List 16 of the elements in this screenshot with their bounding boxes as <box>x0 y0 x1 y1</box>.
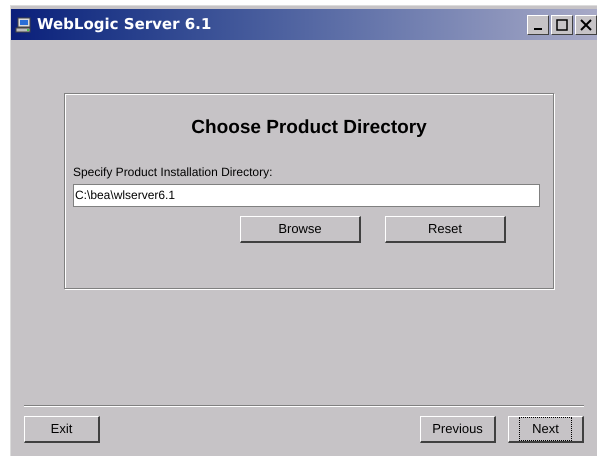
minimize-icon <box>534 28 542 30</box>
minimize-button[interactable] <box>527 14 549 34</box>
push-button[interactable]: Exit <box>24 416 100 443</box>
close-icon <box>579 18 593 30</box>
push-button[interactable]: Next <box>508 416 584 443</box>
field-label: Specify Product Installation Directory: <box>73 164 274 180</box>
computer-icon <box>15 16 33 32</box>
push-button[interactable]: Browse <box>240 216 361 243</box>
panel-heading: Choose Product Directory <box>190 116 428 140</box>
maximize-icon <box>555 18 569 30</box>
push-button[interactable]: Previous <box>420 416 496 443</box>
close-button[interactable] <box>575 14 597 34</box>
maximize-button[interactable] <box>551 14 573 34</box>
window-title: WebLogic Server 6.1 <box>37 14 212 36</box>
directory-field[interactable]: C:\bea\wlserver6.1 <box>73 184 540 206</box>
push-button[interactable]: Reset <box>385 216 506 243</box>
